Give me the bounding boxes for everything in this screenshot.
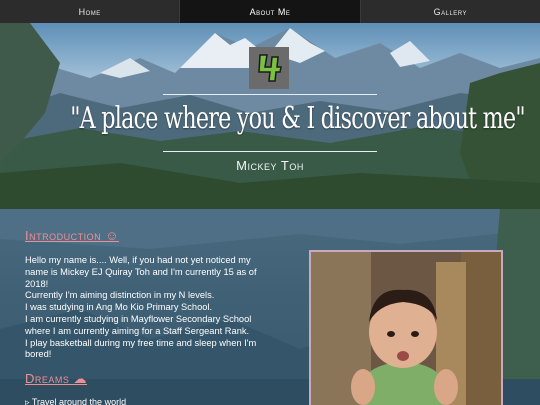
hero-banner: "A place where you & I discover about me… bbox=[0, 23, 540, 209]
baby-photo bbox=[309, 250, 503, 405]
baby-photo-image bbox=[311, 252, 501, 405]
top-nav: Home About Me Gallery bbox=[0, 0, 540, 23]
divider-bottom bbox=[163, 151, 377, 152]
green-four-logo-icon bbox=[258, 54, 282, 82]
introduction-heading: Introduction ☺ bbox=[25, 228, 119, 243]
nav-about-me[interactable]: About Me bbox=[180, 0, 361, 23]
about-content: Introduction ☺ Hello my name is.... Well… bbox=[0, 209, 540, 405]
introduction-text: Hello my name is.... Well, if you had no… bbox=[25, 255, 275, 361]
logo-badge bbox=[249, 47, 289, 89]
intro-line: Hello my name is.... Well, if you had no… bbox=[25, 255, 257, 289]
intro-line: Currently I'm aiming distinction in my N… bbox=[25, 290, 215, 301]
intro-line: I play basketball during my free time an… bbox=[25, 337, 257, 360]
intro-line: I was studying in Ang Mo Kio Primary Sch… bbox=[25, 302, 213, 313]
nav-home[interactable]: Home bbox=[0, 0, 181, 23]
intro-line: I am currently studying in Mayflower Sec… bbox=[25, 313, 252, 336]
hero-author: Mickey Toh bbox=[236, 158, 304, 173]
nav-gallery[interactable]: Gallery bbox=[361, 0, 540, 23]
hero-quote: "A place where you & I discover about me… bbox=[70, 101, 525, 136]
divider-top bbox=[163, 94, 377, 95]
dreams-list-item: ▹ Travel around the world bbox=[25, 397, 127, 405]
dreams-heading: Dreams ☁ bbox=[25, 371, 88, 386]
